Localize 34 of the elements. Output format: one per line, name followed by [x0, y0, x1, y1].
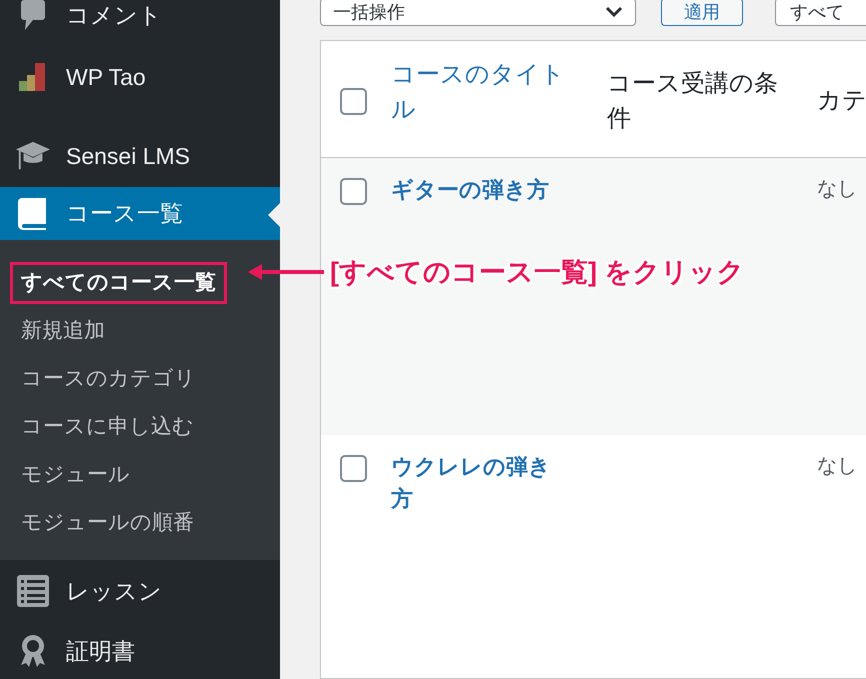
- submenu-item[interactable]: モジュールの順番: [10, 502, 205, 544]
- bar-chart-icon: [19, 63, 47, 91]
- submenu-item[interactable]: コースに申し込む: [10, 406, 205, 448]
- filter-select[interactable]: すべて: [775, 0, 866, 26]
- sidebar-menu-item[interactable]: コース一覧: [0, 187, 280, 240]
- column-header-link[interactable]: コースのタイトル: [391, 57, 577, 127]
- checkbox[interactable]: [340, 455, 367, 482]
- column-header: カテ: [817, 87, 866, 114]
- chevron-down-icon: [605, 6, 623, 18]
- bulk-action-select[interactable]: 一括操作: [320, 0, 636, 26]
- submenu-item[interactable]: 新規追加: [10, 310, 116, 352]
- course-title-link[interactable]: ウクレレの弾き方: [391, 451, 567, 515]
- submenu-item[interactable]: モジュール: [10, 454, 141, 496]
- checkbox[interactable]: [340, 88, 367, 115]
- course-title-link[interactable]: ギターの弾き方: [391, 174, 567, 206]
- sidebar-menu-item[interactable]: 証明書: [0, 627, 280, 675]
- current-item-pointer: [268, 203, 280, 227]
- table-cell: なし: [817, 455, 857, 477]
- annotation-text: [すべてのコース一覧] をクリック: [330, 256, 744, 289]
- submenu-item[interactable]: コースのカテゴリ: [10, 358, 207, 400]
- sidebar-menu-item[interactable]: レッスン: [0, 567, 280, 615]
- speech-bubble-icon: [21, 0, 45, 30]
- submenu-item[interactable]: すべてのコース一覧: [10, 262, 227, 304]
- award-ribbon-icon: [19, 635, 47, 667]
- checkbox[interactable]: [340, 178, 367, 205]
- column-header: コース受講の条件: [607, 69, 779, 134]
- sidebar-menu-item[interactable]: Sensei LMS: [0, 132, 280, 180]
- table-cell: なし: [817, 178, 857, 200]
- sidebar-menu-item[interactable]: コメント: [0, 0, 280, 39]
- book-icon: [18, 198, 48, 230]
- list-icon: [17, 575, 49, 607]
- sidebar-menu-item[interactable]: WP Tao: [0, 53, 280, 101]
- apply-button[interactable]: 適用: [661, 0, 743, 26]
- graduation-cap-icon: [16, 141, 50, 171]
